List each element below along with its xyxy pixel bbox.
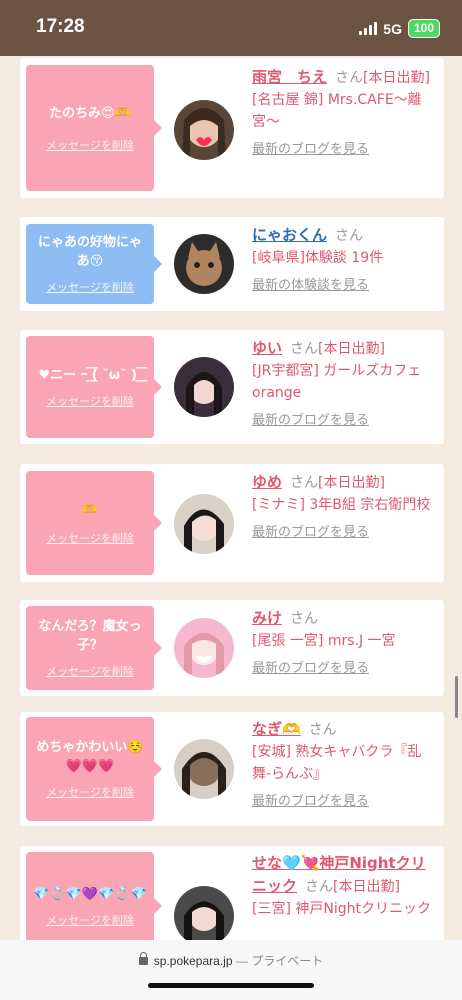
area-label: [三宮] bbox=[252, 901, 291, 917]
area-label: [名古屋 錦] bbox=[252, 92, 324, 108]
message-card: たのちみ😍🫶 メッセージを削除 雨宮 ちえ さん[本日出勤] [名古屋 錦] Mr… bbox=[20, 58, 444, 198]
area-label: [安城] bbox=[252, 744, 291, 760]
private-mode-label: — プライベート bbox=[235, 954, 324, 968]
work-status: [本日出勤] bbox=[333, 879, 400, 895]
message-bubble: ♥ニー ｰ ͟͟͞͞( ˘ω˘ ) ͟͟͞͞ メッセージを削除 bbox=[26, 336, 162, 438]
avatar[interactable] bbox=[174, 618, 234, 678]
user-name-link[interactable]: なぎ🫶 bbox=[252, 720, 301, 738]
shop-name: mrs.J 一宮 bbox=[327, 633, 396, 649]
honorific: さん bbox=[335, 228, 364, 244]
user-info: せな🩵💘神戸Nightクリニック さん[本日出勤] [三宮] 神戸Nightクリニ… bbox=[252, 852, 438, 920]
user-info: 雨宮 ちえ さん[本日出勤] [名古屋 錦] Mrs.CAFE〜離宮〜 最新のブロ… bbox=[252, 66, 438, 161]
status-bar: 17:28 5G 100 bbox=[0, 0, 462, 56]
honorific: さん bbox=[305, 879, 334, 895]
work-status: [本日出勤] bbox=[363, 70, 430, 86]
avatar[interactable] bbox=[174, 100, 234, 160]
user-name-link[interactable]: ゆい bbox=[252, 339, 282, 357]
user-info: にゃおくん さん [岐阜県]体験談 19件 最新の体験談を見る bbox=[252, 224, 438, 297]
user-info: みけ さん [尾張 一宮] mrs.J 一宮 最新のブログを見る bbox=[252, 607, 438, 680]
area-label: [ミナミ] bbox=[252, 497, 305, 513]
message-bubble: めちゃかわいい☺️💗💗💗 メッセージを削除 bbox=[26, 717, 162, 821]
user-info: ゆい さん[本日出勤] [JR宇都宮] ガールズカフェ orange 最新のブログ… bbox=[252, 337, 438, 432]
area-label: [尾張 一宮] bbox=[252, 633, 324, 649]
avatar[interactable] bbox=[174, 234, 234, 294]
message-text: 💎💍💎💜💎💍💎 bbox=[33, 886, 147, 902]
delete-message-link[interactable]: メッセージを削除 bbox=[46, 279, 134, 295]
message-text: めちゃかわいい☺️💗💗💗 bbox=[36, 740, 144, 774]
honorific: さん bbox=[335, 70, 364, 86]
honorific: さん bbox=[290, 475, 319, 491]
area-label: [岐阜県] bbox=[252, 250, 305, 266]
message-card: 🫶 メッセージを削除 ゆめ さん[本日出勤] [ミナミ] 3年B組 宗右衛門校 最… bbox=[20, 464, 444, 582]
message-bubble: 🫶 メッセージを削除 bbox=[26, 471, 162, 575]
work-status: [本日出勤] bbox=[318, 341, 385, 357]
status-time: 17:28 bbox=[36, 16, 85, 37]
latest-review-link[interactable]: 最新の体験談を見る bbox=[252, 275, 438, 297]
message-bubble: 💎💍💎💜💎💍💎 メッセージを削除 bbox=[26, 852, 162, 940]
message-bubble: たのちみ😍🫶 メッセージを削除 bbox=[26, 65, 162, 191]
message-card: ♥ニー ｰ ͟͟͞͞( ˘ω˘ ) ͟͟͞͞ メッセージを削除 ゆい さん[本日出… bbox=[20, 330, 444, 444]
area-label: [JR宇都宮] bbox=[252, 363, 319, 379]
message-text: にゃあの好物にゃあ😚 bbox=[37, 235, 142, 269]
work-status: [本日出勤] bbox=[318, 475, 385, 491]
avatar[interactable] bbox=[174, 739, 234, 799]
message-text: たのちみ😍🫶 bbox=[49, 105, 131, 121]
message-card: 💎💍💎💜💎💍💎 メッセージを削除 せな🩵💘神戸Nightクリニック さん[本日出勤… bbox=[20, 846, 444, 940]
signal-icon bbox=[359, 22, 378, 35]
battery-icon: 100 bbox=[407, 19, 440, 38]
avatar[interactable] bbox=[174, 886, 234, 940]
honorific: さん bbox=[290, 341, 319, 357]
latest-blog-link[interactable]: 最新のブログを見る bbox=[252, 658, 438, 680]
lock-icon bbox=[138, 952, 148, 965]
browser-address-bar[interactable]: sp.pokepara.jp — プライベート bbox=[0, 940, 462, 1000]
message-text: ♥ニー ｰ ͟͟͞͞( ˘ω˘ ) ͟͟͞͞ bbox=[38, 367, 142, 383]
message-bubble: にゃあの好物にゃあ😚 メッセージを削除 bbox=[26, 224, 162, 304]
status-indicators: 5G 100 bbox=[359, 19, 440, 38]
network-label: 5G bbox=[383, 20, 402, 37]
user-info: なぎ🫶 さん [安城] 熟女キャバクラ『乱舞-らんぶ』 最新のブログを見る bbox=[252, 718, 438, 813]
delete-message-link[interactable]: メッセージを削除 bbox=[46, 530, 134, 546]
avatar[interactable] bbox=[174, 357, 234, 417]
shop-name: 3年B組 宗右衛門校 bbox=[309, 497, 431, 513]
honorific: さん bbox=[290, 611, 319, 627]
latest-blog-link[interactable]: 最新のブログを見る bbox=[252, 410, 438, 432]
latest-blog-link[interactable]: 最新のブログを見る bbox=[252, 522, 438, 544]
shop-name: 神戸Nightクリニック bbox=[295, 901, 432, 917]
delete-message-link[interactable]: メッセージを削除 bbox=[46, 912, 134, 928]
message-bubble: なんだろ？魔女っ子？ メッセージを削除 bbox=[26, 606, 162, 690]
delete-message-link[interactable]: メッセージを削除 bbox=[46, 784, 134, 800]
message-card: なんだろ？魔女っ子？ メッセージを削除 みけ さん [尾張 一宮] mrs.J 一… bbox=[20, 600, 444, 696]
user-name-link[interactable]: ゆめ bbox=[252, 473, 282, 491]
user-name-link[interactable]: みけ bbox=[252, 609, 282, 627]
latest-blog-link[interactable]: 最新のブログを見る bbox=[252, 791, 438, 813]
message-text: 🫶 bbox=[81, 502, 99, 518]
message-card: にゃあの好物にゃあ😚 メッセージを削除 にゃおくん さん [岐阜県]体験談 19件… bbox=[20, 217, 444, 311]
honorific: さん bbox=[308, 722, 337, 738]
user-name-link[interactable]: 雨宮 ちえ bbox=[252, 68, 327, 86]
message-text: なんだろ？魔女っ子？ bbox=[38, 619, 142, 653]
address-text: sp.pokepara.jp — プライベート bbox=[0, 952, 462, 969]
user-info: ゆめ さん[本日出勤] [ミナミ] 3年B組 宗右衛門校 最新のブログを見る bbox=[252, 471, 438, 544]
home-indicator[interactable] bbox=[148, 983, 314, 988]
message-feed[interactable]: たのちみ😍🫶 メッセージを削除 雨宮 ちえ さん[本日出勤] [名古屋 錦] Mr… bbox=[0, 56, 462, 940]
avatar[interactable] bbox=[174, 494, 234, 554]
delete-message-link[interactable]: メッセージを削除 bbox=[46, 137, 134, 153]
latest-blog-link[interactable]: 最新のブログを見る bbox=[252, 139, 438, 161]
domain-label: sp.pokepara.jp bbox=[153, 954, 233, 968]
review-count: 体験談 19件 bbox=[304, 250, 384, 266]
delete-message-link[interactable]: メッセージを削除 bbox=[46, 393, 134, 409]
scrollbar[interactable] bbox=[455, 676, 458, 718]
delete-message-link[interactable]: メッセージを削除 bbox=[46, 663, 134, 679]
message-card: めちゃかわいい☺️💗💗💗 メッセージを削除 なぎ🫶 さん [安城] 熟女キャバクラ… bbox=[20, 712, 444, 826]
user-name-link[interactable]: にゃおくん bbox=[252, 226, 327, 244]
